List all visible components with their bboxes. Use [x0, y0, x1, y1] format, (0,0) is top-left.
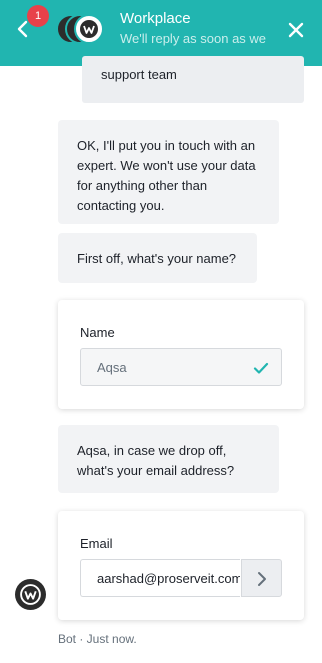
- name-form-card: Name Aqsa: [58, 300, 304, 409]
- bot-message: OK, I'll put you in touch with an expert…: [58, 120, 279, 224]
- name-value: Aqsa: [97, 360, 127, 375]
- bot-message: Aqsa, in case we drop off, what's your e…: [58, 425, 279, 493]
- message-meta: Bot · Just now.: [58, 632, 137, 646]
- submit-email-button[interactable]: [241, 559, 282, 597]
- check-icon: [253, 362, 269, 374]
- name-field[interactable]: Aqsa: [80, 348, 282, 386]
- header-title: Workplace: [120, 10, 191, 27]
- email-field[interactable]: aarshad@proserveit.com: [80, 559, 240, 597]
- email-label: Email: [80, 536, 113, 551]
- email-form-card: Email aarshad@proserveit.com: [58, 511, 304, 620]
- close-icon: [288, 22, 304, 38]
- bot-message: First off, what's your name?: [58, 233, 257, 283]
- workplace-logo-icon: [15, 579, 46, 610]
- chevron-right-icon: [258, 572, 266, 586]
- close-button[interactable]: [286, 20, 306, 40]
- unread-badge: 1: [27, 5, 49, 27]
- workplace-logo-icon: [74, 14, 104, 44]
- team-avatars: [56, 14, 106, 46]
- name-label: Name: [80, 325, 115, 340]
- header-subtitle: We'll reply as soon as we: [120, 31, 267, 46]
- user-message: support team: [82, 56, 304, 103]
